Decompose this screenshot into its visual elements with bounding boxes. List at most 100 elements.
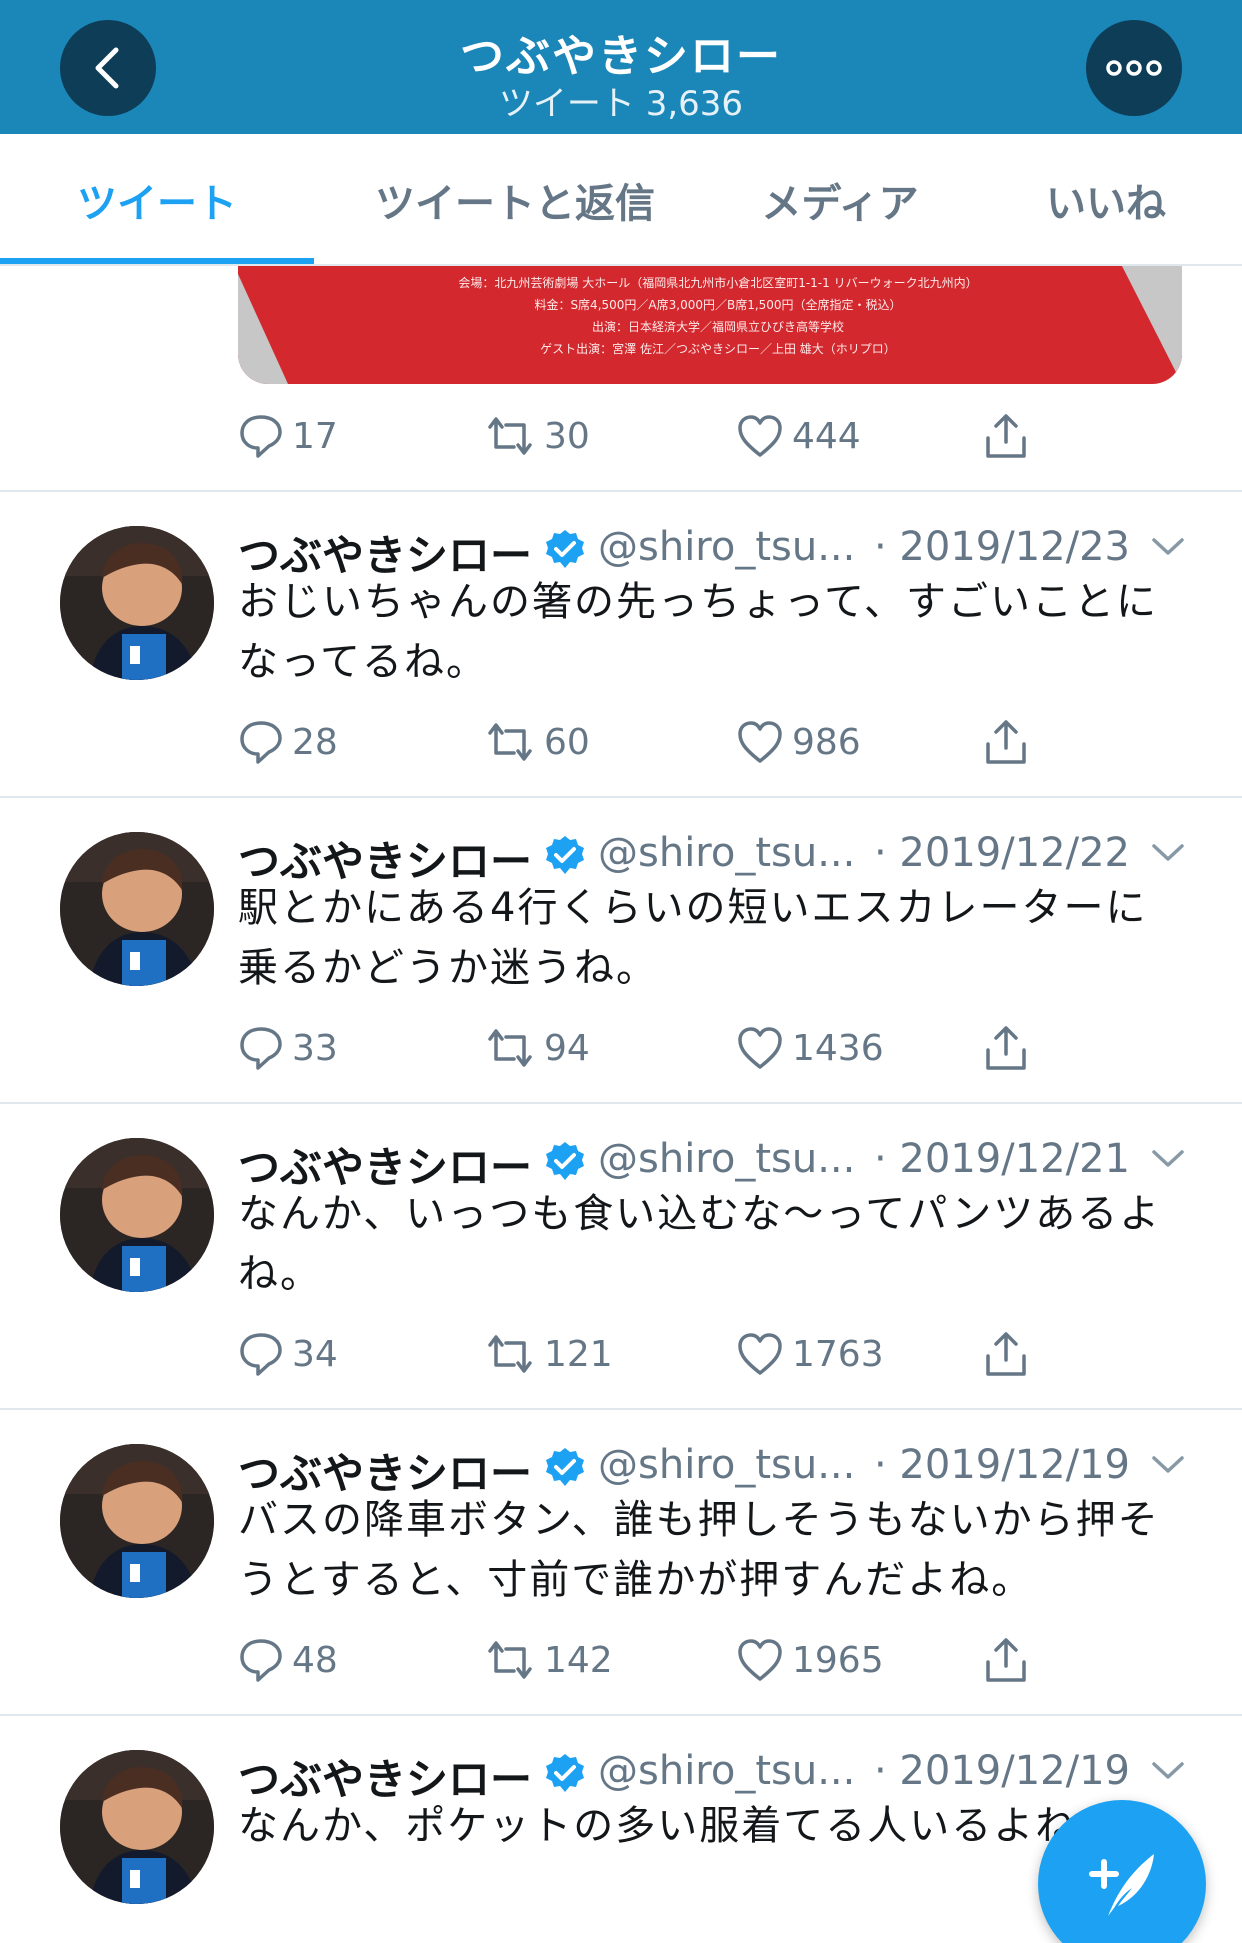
- retweet-icon: [488, 1029, 532, 1067]
- tweet-menu-button[interactable]: [1150, 842, 1186, 868]
- reply-button[interactable]: 48: [238, 1630, 338, 1690]
- share-button[interactable]: [982, 1324, 1030, 1384]
- tweet-menu-button[interactable]: [1150, 536, 1186, 562]
- retweet-button[interactable]: 142: [484, 1630, 613, 1690]
- chevron-down-icon: [1152, 1762, 1184, 1779]
- retweet-button[interactable]: 94: [484, 1018, 590, 1078]
- tweet-actions: 28 60 986: [238, 712, 1038, 772]
- tweet-text: バスの降車ボタン、誰も押しそうもないから押そうとすると、寸前で誰かが押すんだよね…: [238, 1497, 1160, 1603]
- retweet-button[interactable]: 121: [484, 1324, 613, 1384]
- tab-media[interactable]: メディア: [720, 134, 960, 266]
- verified-badge-icon: [546, 530, 584, 568]
- retweet-button[interactable]: 73: [484, 1936, 590, 1943]
- tweet-menu-button[interactable]: [1150, 1760, 1186, 1786]
- reply-count: 28: [292, 721, 338, 763]
- avatar[interactable]: [60, 832, 214, 986]
- verified-badge-icon: [546, 1142, 584, 1180]
- share-icon: [986, 1638, 1026, 1682]
- tweet-text: 駅とかにある4行くらいの短いエスカレーターに乗るかどうか迷うね。: [238, 885, 1148, 991]
- verified-badge: [544, 1446, 586, 1492]
- reply-button[interactable]: 31: [238, 1936, 338, 1943]
- tweet-author-handle[interactable]: @shiro_tsu...: [598, 1136, 855, 1182]
- retweet-count: 60: [544, 721, 590, 763]
- like-button[interactable]: 1436: [736, 1018, 884, 1078]
- reply-count: 48: [292, 1639, 338, 1681]
- reply-button[interactable]: 17: [238, 406, 338, 466]
- reply-button[interactable]: 34: [238, 1324, 338, 1384]
- reply-count: 33: [292, 1027, 338, 1069]
- tweet-item[interactable]: つぶやきシロー @shiro_tsu... · 2019/12/19 バスの降車ボタン…: [0, 1410, 1242, 1716]
- tweet-author-handle[interactable]: @shiro_tsu...: [598, 1748, 855, 1794]
- heart-icon: [738, 1333, 782, 1375]
- tweet-date[interactable]: · 2019/12/19: [874, 1748, 1130, 1794]
- tweet-date[interactable]: · 2019/12/19: [874, 1442, 1130, 1488]
- retweet-button[interactable]: 60: [484, 712, 590, 772]
- avatar[interactable]: [60, 1138, 214, 1292]
- tweet-count: ツイート 3,636: [498, 84, 744, 124]
- like-button[interactable]: 1965: [736, 1630, 884, 1690]
- share-icon: [986, 1026, 1026, 1070]
- tweet-menu-button[interactable]: [1150, 1148, 1186, 1174]
- tweet-item[interactable]: つぶやきシロー @shiro_tsu... · 2019/12/21 なんか、いっつも…: [0, 1104, 1242, 1410]
- share-icon: [986, 1332, 1026, 1376]
- like-button[interactable]: 986: [736, 712, 861, 772]
- tweet-date[interactable]: · 2019/12/21: [874, 1136, 1130, 1182]
- like-button[interactable]: 1273: [736, 1936, 884, 1943]
- retweet-icon: [488, 1641, 532, 1679]
- chevron-down-icon: [1152, 1456, 1184, 1473]
- verified-badge: [544, 1752, 586, 1798]
- tweet-menu-button[interactable]: [1150, 1454, 1186, 1480]
- active-tab-indicator: [0, 258, 314, 264]
- tweet-header: つぶやきシロー @shiro_tsu... · 2019/12/19: [238, 1742, 1238, 1804]
- verified-badge: [544, 528, 586, 574]
- tweet-item[interactable]: つぶやきシロー @shiro_tsu... · 2019/12/23 おじいちゃんの箸…: [0, 492, 1242, 798]
- retweet-icon: [488, 1335, 532, 1373]
- tweet-author-handle[interactable]: @shiro_tsu...: [598, 830, 855, 876]
- share-button[interactable]: [982, 1936, 1030, 1943]
- tweet-actions: 48 142 1965: [238, 1630, 1038, 1690]
- tweet-actions: 31 73 1273: [238, 1936, 1038, 1943]
- like-count: 986: [792, 721, 861, 763]
- reply-button[interactable]: 33: [238, 1018, 338, 1078]
- tab-tweets[interactable]: ツイート: [0, 134, 314, 266]
- tweet-author-handle[interactable]: @shiro_tsu...: [598, 1442, 855, 1488]
- more-button[interactable]: [1086, 20, 1182, 116]
- tweet-text: おじいちゃんの箸の先っちょって、すごいことになってるね。: [238, 579, 1158, 685]
- verified-badge-icon: [546, 1754, 584, 1792]
- tweet-date[interactable]: · 2019/12/22: [874, 830, 1130, 876]
- tweet-actions: 17 30 444: [238, 406, 1038, 466]
- tweet-text: なんか、ポケットの多い服着てる人いるよね: [238, 1803, 1078, 1849]
- verified-badge: [544, 834, 586, 880]
- retweet-icon: [488, 417, 532, 455]
- heart-icon: [738, 1639, 782, 1681]
- avatar[interactable]: [60, 526, 214, 680]
- avatar-image: [60, 832, 214, 986]
- share-button[interactable]: [982, 406, 1030, 466]
- media-decoration: [238, 274, 288, 384]
- retweet-button[interactable]: 30: [484, 406, 590, 466]
- tab-likes[interactable]: いいね: [1000, 134, 1212, 266]
- media-line: 会場：北九州芸術劇場 大ホール（福岡県北九州市小倉北区室町1-1-1 リバーウォ…: [458, 276, 978, 290]
- like-button[interactable]: 444: [736, 406, 861, 466]
- tab-tweets-and-replies[interactable]: ツイートと返信: [330, 134, 700, 266]
- tweet-item[interactable]: つぶやきシロー @shiro_tsu... · 2019/12/22 駅とかにある4行…: [0, 798, 1242, 1104]
- share-button[interactable]: [982, 712, 1030, 772]
- avatar-image: [60, 1750, 214, 1904]
- media-decoration: [1122, 266, 1182, 384]
- tweet-author-handle[interactable]: @shiro_tsu...: [598, 524, 855, 570]
- more-dots-icon: [1106, 60, 1162, 76]
- share-button[interactable]: [982, 1630, 1030, 1690]
- tweet-header: つぶやきシロー @shiro_tsu... · 2019/12/22: [238, 824, 1238, 886]
- like-button[interactable]: 1763: [736, 1324, 884, 1384]
- retweet-count: 94: [544, 1027, 590, 1069]
- tweet-header: つぶやきシロー @shiro_tsu... · 2019/12/21: [238, 1130, 1238, 1192]
- verified-badge: [544, 1140, 586, 1186]
- retweet-count: 121: [544, 1333, 613, 1375]
- reply-button[interactable]: 28: [238, 712, 338, 772]
- like-count: 1763: [792, 1333, 884, 1375]
- avatar[interactable]: [60, 1750, 214, 1904]
- avatar[interactable]: [60, 1444, 214, 1598]
- tweet-media-image[interactable]: 会場：北九州芸術劇場 大ホール（福岡県北九州市小倉北区室町1-1-1 リバーウォ…: [238, 266, 1182, 384]
- tweet-date[interactable]: · 2019/12/23: [874, 524, 1130, 570]
- share-button[interactable]: [982, 1018, 1030, 1078]
